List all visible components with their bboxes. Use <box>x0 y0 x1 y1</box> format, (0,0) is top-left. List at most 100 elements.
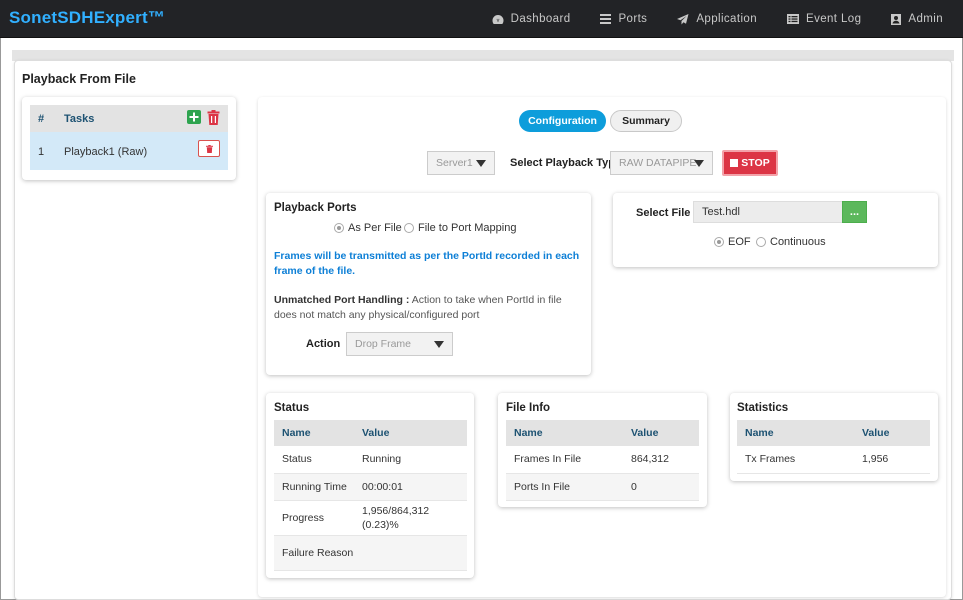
caret-down-icon <box>434 341 444 348</box>
tab-configuration[interactable]: Configuration <box>519 110 606 132</box>
nav-item-application[interactable]: Application <box>677 13 757 25</box>
playback-info-text: Frames will be transmitted as per the Po… <box>274 250 580 277</box>
playback-type-label: Select Playback Type <box>510 157 622 169</box>
radio-eof[interactable]: EOF <box>714 236 751 248</box>
table-row: Running Time 00:00:01 <box>274 473 467 501</box>
unmatched-label: Unmatched Port Handling : <box>274 294 410 306</box>
radio-continuous-label: Continuous <box>770 236 826 248</box>
plus-icon <box>189 112 199 122</box>
dashboard-icon <box>492 14 504 25</box>
delete-task-button[interactable] <box>198 140 220 157</box>
server-select[interactable]: Server1 <box>427 151 495 175</box>
list-alt-icon <box>787 14 799 24</box>
cell-name: Status <box>274 446 354 474</box>
table-row: Status Running <box>274 446 467 474</box>
playback-type-select[interactable]: RAW DATAPIPE <box>610 151 713 175</box>
app-brand[interactable]: SonetSDHExpert™ <box>9 8 165 28</box>
nav-label-application: Application <box>696 13 757 25</box>
file-info-table: Name Value Frames In File 864,312 Ports … <box>506 420 699 501</box>
radio-button[interactable] <box>756 237 766 247</box>
trash-icon <box>205 144 213 153</box>
file-path-input[interactable]: Test.hdl <box>693 201 843 223</box>
nav-menu: Dashboard Ports Application Event Log Ad… <box>462 0 943 38</box>
radio-file-to-port-mapping[interactable]: File to Port Mapping <box>404 222 516 234</box>
tab-summary[interactable]: Summary <box>610 110 682 132</box>
cell-name: Frames In File <box>506 446 623 474</box>
col-name: Name <box>737 420 854 446</box>
cell-name: Running Time <box>274 473 354 501</box>
table-row: Ports In File 0 <box>506 473 699 501</box>
file-path-value: Test.hdl <box>702 206 740 218</box>
nav-label-admin: Admin <box>908 13 943 25</box>
nav-label-ports: Ports <box>618 13 648 25</box>
trash-icon <box>207 109 219 125</box>
cell-value <box>354 535 467 571</box>
table-row: Tx Frames 1,956 <box>737 446 930 474</box>
statistics-title: Statistics <box>737 402 789 414</box>
col-name: Name <box>274 420 354 446</box>
col-value: Value <box>623 420 699 446</box>
table-row: Frames In File 864,312 <box>506 446 699 474</box>
table-header-row: Name Value <box>506 420 699 446</box>
statistics-table: Name Value Tx Frames 1,956 <box>737 420 930 474</box>
table-header-row: Name Value <box>737 420 930 446</box>
delete-all-tasks-button[interactable] <box>206 109 220 125</box>
radio-file-to-port-mapping-label: File to Port Mapping <box>418 222 517 234</box>
cell-value: 00:00:01 <box>354 473 467 501</box>
list-icon <box>600 14 612 24</box>
top-navbar: SonetSDHExpert™ Dashboard Ports Applicat… <box>0 0 963 38</box>
radio-as-per-file[interactable]: As Per File <box>334 222 402 234</box>
cell-name: Failure Reason <box>274 535 354 571</box>
status-table: Name Value Status Running Running Time 0… <box>274 420 467 571</box>
task-name: Playback1 (Raw) <box>64 146 148 158</box>
stop-button[interactable]: STOP <box>722 150 778 176</box>
tasks-panel: # Tasks 1 Playback1 (Raw) <box>22 97 236 180</box>
col-value: Value <box>354 420 467 446</box>
playback-type-value: RAW DATAPIPE <box>619 157 697 169</box>
file-info-title: File Info <box>506 402 551 414</box>
stop-button-label: STOP <box>741 157 770 169</box>
nav-item-dashboard[interactable]: Dashboard <box>492 13 571 25</box>
user-icon <box>891 13 902 25</box>
browse-file-button[interactable]: ... <box>842 201 867 223</box>
add-task-button[interactable] <box>187 110 201 124</box>
radio-eof-label: EOF <box>728 236 751 248</box>
cell-value: 1,956/864,312 (0.23)% <box>354 500 467 536</box>
table-row: Failure Reason <box>274 535 467 571</box>
stop-icon <box>730 159 739 167</box>
status-title: Status <box>274 402 310 414</box>
table-header-row: Name Value <box>274 420 467 446</box>
tasks-col-num: # <box>38 113 45 125</box>
col-name: Name <box>506 420 623 446</box>
paper-plane-icon <box>677 13 689 25</box>
radio-button[interactable] <box>334 223 344 233</box>
action-label: Action <box>306 338 341 350</box>
action-select-value: Drop Frame <box>355 338 412 350</box>
tasks-col-tasks: Tasks <box>64 113 95 125</box>
action-select[interactable]: Drop Frame <box>346 332 453 356</box>
nav-label-dashboard: Dashboard <box>510 13 571 25</box>
radio-button[interactable] <box>404 223 414 233</box>
table-row: Progress 1,956/864,312 (0.23)% <box>274 500 467 536</box>
cell-value: 0 <box>623 473 699 501</box>
unmatched-port-handling: Unmatched Port Handling : Action to take… <box>274 293 584 323</box>
col-value: Value <box>854 420 930 446</box>
cell-name: Progress <box>274 500 354 536</box>
cell-name: Tx Frames <box>737 446 854 474</box>
radio-continuous[interactable]: Continuous <box>756 236 826 248</box>
cell-value: Running <box>354 446 467 474</box>
radio-button[interactable] <box>714 237 724 247</box>
cell-value: 864,312 <box>623 446 699 474</box>
task-row[interactable]: 1 Playback1 (Raw) <box>30 132 228 170</box>
radio-as-per-file-label: As Per File <box>348 222 402 234</box>
cell-value: 1,956 <box>854 446 930 474</box>
nav-item-ports[interactable]: Ports <box>600 13 647 25</box>
caret-down-icon <box>694 160 704 167</box>
task-num: 1 <box>38 146 45 158</box>
select-file-label: Select File <box>636 207 691 219</box>
tasks-table-header: # Tasks <box>30 105 228 132</box>
nav-item-event-log[interactable]: Event Log <box>787 13 861 25</box>
server-select-value: Server1 <box>436 157 473 169</box>
playback-ports-title: Playback Ports <box>274 202 357 214</box>
nav-item-admin[interactable]: Admin <box>891 13 943 25</box>
